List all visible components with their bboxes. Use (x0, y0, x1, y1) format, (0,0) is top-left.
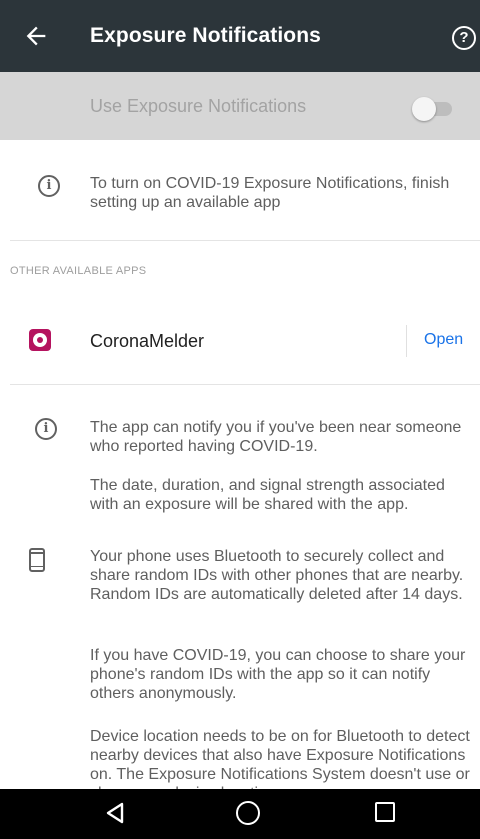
app-name: CoronaMelder (90, 331, 205, 351)
toggle-switch-thumb[interactable] (412, 97, 436, 121)
use-exposure-notifications-row[interactable]: Use Exposure Notifications (0, 72, 480, 140)
nav-recents-icon[interactable] (375, 802, 395, 822)
use-exposure-notifications-label: Use Exposure Notifications (90, 96, 307, 116)
arrow-back-icon[interactable] (22, 22, 50, 50)
divider (10, 384, 480, 385)
info-paragraph-bluetooth: Your phone uses Bluetooth to securely co… (90, 548, 464, 603)
divider (10, 240, 480, 241)
other-apps-header: OTHER AVAILABLE APPS (10, 265, 147, 277)
vertical-divider (406, 325, 407, 357)
app-bar: Exposure Notifications ? (0, 0, 480, 72)
info-icon: i (35, 418, 57, 440)
system-nav-bar (0, 789, 480, 839)
phone-icon (29, 548, 45, 572)
help-circle-icon[interactable]: ? (452, 26, 476, 50)
page-title: Exposure Notifications (90, 24, 321, 47)
info-paragraph-notify: The app can notify you if you've been ne… (90, 419, 462, 455)
open-app-button[interactable]: Open (424, 331, 463, 349)
coronamelder-app-icon (29, 329, 51, 351)
nav-back-icon[interactable] (104, 802, 126, 824)
info-paragraph-share-ids: If you have COVID-19, you can choose to … (90, 647, 466, 702)
setup-notice-text: To turn on COVID-19 Exposure Notificatio… (90, 175, 450, 211)
info-icon: i (38, 175, 60, 197)
info-paragraph-shared-data: The date, duration, and signal strength … (90, 477, 445, 513)
nav-home-icon[interactable] (236, 801, 260, 825)
